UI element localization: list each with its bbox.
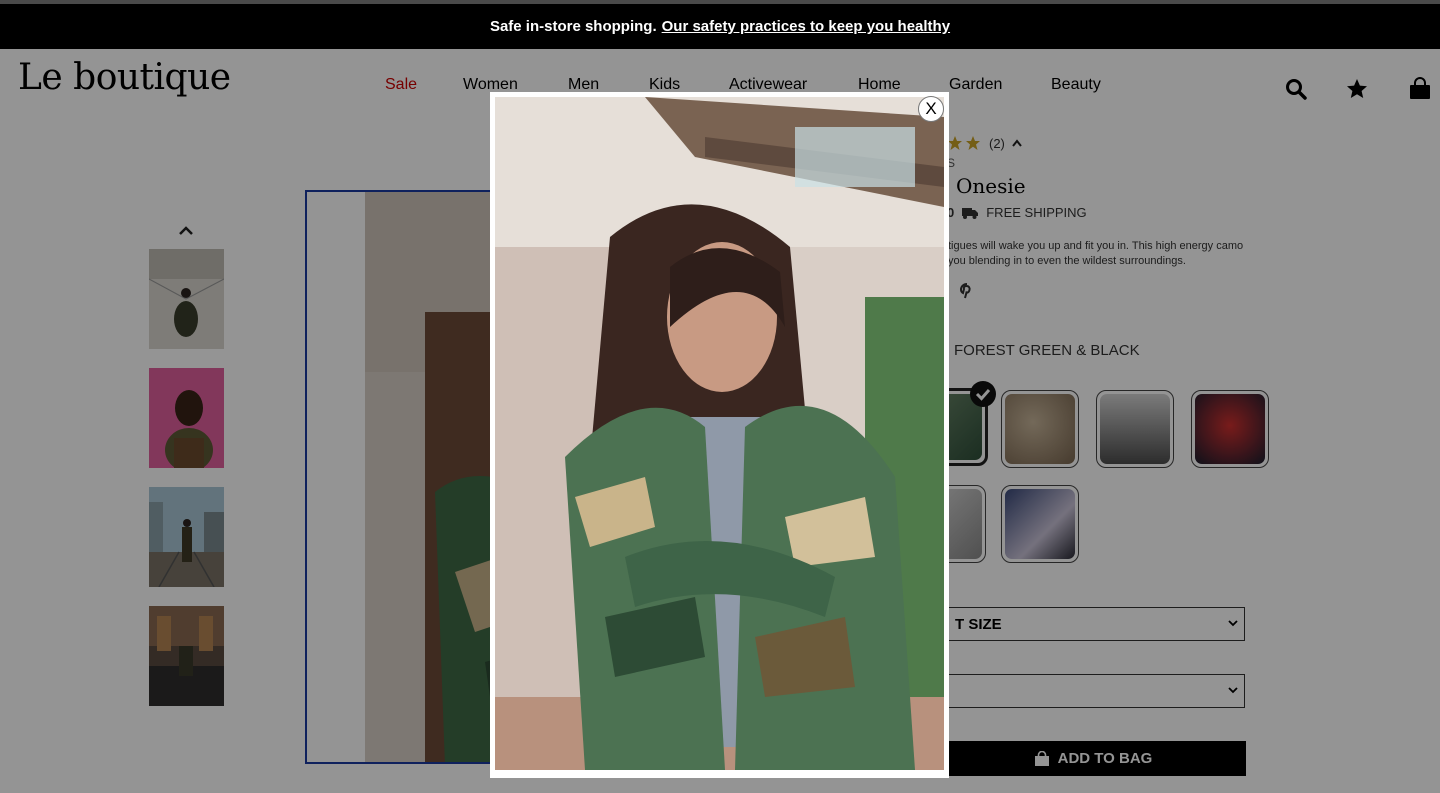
promo-banner: Safe in-store shopping. Our safety pract… xyxy=(0,4,1440,49)
banner-link[interactable]: Our safety practices to keep you healthy xyxy=(662,18,950,35)
lightbox-image xyxy=(495,97,944,770)
image-lightbox xyxy=(490,92,949,778)
close-lightbox-button[interactable]: X xyxy=(918,96,944,122)
banner-text: Safe in-store shopping. xyxy=(489,18,657,35)
